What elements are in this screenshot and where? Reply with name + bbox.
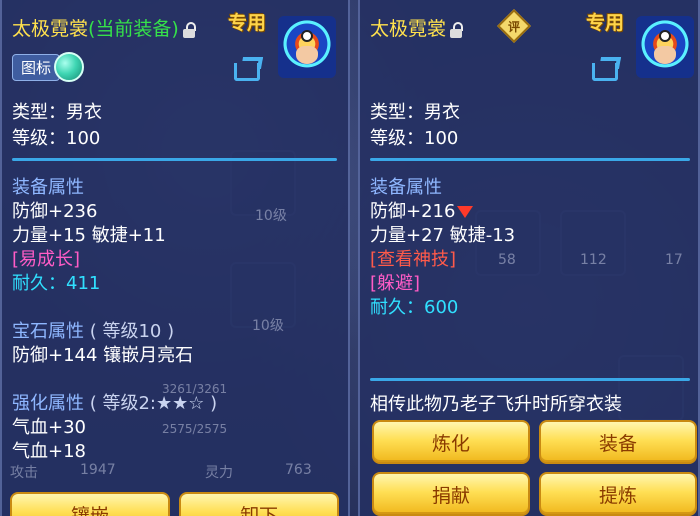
down-arrow-icon [457, 206, 474, 218]
orb-icon [54, 52, 85, 82]
donate-button[interactable]: 捐献 [372, 472, 530, 516]
equip-button[interactable]: 装备 [539, 420, 697, 464]
exclusive-label: 专用 [228, 12, 267, 34]
item-title: 太极霓裳 [370, 14, 464, 41]
durability-label: 耐久： [370, 297, 424, 318]
lock-icon[interactable] [450, 21, 464, 38]
view-skill-link[interactable]: [查看神技] [370, 245, 456, 271]
current-equipment-tooltip: 太极霓裳 (当前装备) 专用 图标 类型：男衣 等级：100 装备属性 防御+2… [0, 0, 350, 516]
icon-toggle-label: 图标 [12, 53, 61, 81]
bg-spirit-label: 灵力 [205, 465, 233, 481]
item-description: 相传此物乃老子飞升时所穿衣装 [370, 394, 622, 415]
divider [12, 158, 337, 161]
divider [370, 158, 690, 161]
durability: 耐久：411 [12, 269, 100, 295]
special-effect: [易成长] [12, 249, 81, 270]
divider [370, 378, 690, 381]
icon-toggle[interactable]: 图标 [12, 52, 85, 82]
bg-attack-value: 1947 [80, 462, 116, 478]
strength-agility-stat: 力量+27 敏捷-13 [370, 225, 516, 246]
bg-level-label: 10级 [255, 208, 287, 224]
item-level: 等级：100 [12, 128, 101, 149]
hp-stat: 气血+30 [12, 417, 86, 438]
gem-attributes: 宝石属性 ( 等级10 ) [12, 317, 174, 343]
item-name: 太极霓裳 [12, 18, 89, 40]
durability: 耐久：600 [370, 293, 458, 319]
share-icon[interactable] [234, 55, 264, 81]
bg-hp-bar: 3261/3261 [162, 382, 228, 396]
bg-spirit-value: 763 [285, 462, 312, 478]
bg-count: 58 [498, 252, 516, 268]
inlay-button[interactable]: 镶嵌 [10, 492, 170, 516]
durability-label: 耐久： [12, 273, 66, 294]
bg-count: 17 [665, 252, 683, 268]
current-equipped-tag: (当前装备) [88, 18, 179, 40]
unequip-button[interactable]: 卸下 [179, 492, 339, 516]
gem-stat: 防御+144 镶嵌月亮石 [12, 345, 194, 366]
gem-level: ( 等级10 ) [89, 321, 175, 342]
lock-icon[interactable] [182, 21, 197, 38]
compare-equipment-tooltip: 太极霓裳 评 专用 类型：男衣 等级：100 装备属性 防御+216 力量+27… [358, 0, 700, 516]
extract-button[interactable]: 提炼 [539, 472, 697, 516]
special-effect: [躲避] [370, 273, 421, 294]
bg-level-label: 10级 [252, 318, 284, 334]
equipment-attributes-heading: 装备属性 [12, 177, 84, 198]
bg-count: 112 [580, 252, 607, 268]
refine-button[interactable]: 炼化 [372, 420, 530, 464]
durability-value: 600 [424, 297, 459, 318]
gem-attributes-heading: 宝石属性 [12, 321, 84, 342]
item-type: 类型：男衣 [370, 102, 460, 123]
item-name: 太极霓裳 [370, 18, 447, 40]
eval-icon[interactable]: 评 [497, 9, 531, 43]
bg-mp-bar: 2575/2575 [162, 422, 228, 436]
equipment-attributes-heading: 装备属性 [370, 177, 442, 198]
durability-value: 411 [66, 273, 101, 294]
item-level: 等级：100 [370, 128, 459, 149]
bg-attack-label: 攻击 [10, 465, 38, 481]
share-icon[interactable] [592, 55, 622, 81]
defense-stat: 防御+216 [370, 197, 474, 223]
defense-stat: 防御+236 [12, 201, 98, 222]
item-icon [274, 12, 340, 82]
strength-agility-stat: 力量+15 敏捷+11 [12, 225, 166, 246]
item-icon [632, 12, 698, 82]
enhance-level: ( 等级2:★★☆ ) [89, 393, 218, 414]
hp-stat: 气血+18 [12, 441, 86, 462]
item-title: 太极霓裳 (当前装备) [12, 14, 197, 41]
enhance-attributes-heading: 强化属性 [12, 393, 84, 414]
exclusive-label: 专用 [586, 12, 625, 34]
defense-value: 防御+216 [370, 201, 456, 222]
item-type: 类型：男衣 [12, 102, 102, 123]
